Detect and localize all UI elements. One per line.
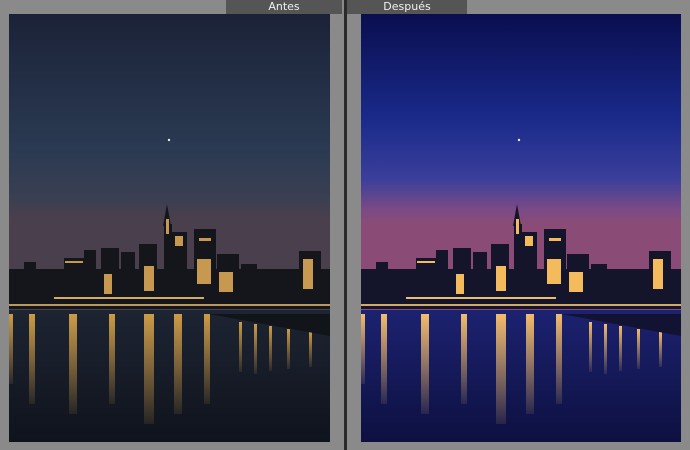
after-tab[interactable]: Después <box>347 0 467 14</box>
before-after-compare-view: Antes Después <box>0 0 690 450</box>
before-photo-image <box>9 14 330 442</box>
before-tab[interactable]: Antes <box>226 0 342 14</box>
after-photo-image <box>361 14 681 442</box>
before-pane: Antes <box>0 0 344 450</box>
after-photo <box>361 14 681 442</box>
before-photo <box>9 14 330 442</box>
after-pane: Después <box>347 0 690 450</box>
